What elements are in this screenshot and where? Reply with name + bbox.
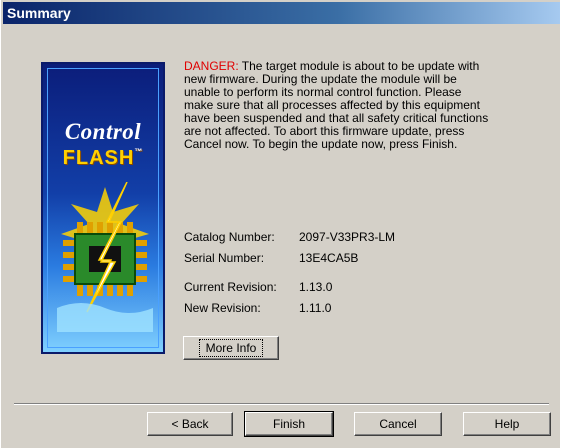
help-label: Help — [494, 417, 520, 431]
more-info-button[interactable]: More Info — [183, 336, 279, 360]
cancel-label: Cancel — [379, 417, 417, 431]
serial-number-value: 13E4CA5B — [299, 251, 359, 265]
new-revision-value: 1.11.0 — [299, 301, 332, 315]
summary-dialog: Summary Control FLASH™ DANGER: The targe… — [0, 0, 563, 448]
window-title: Summary — [7, 5, 71, 21]
logo-text-flash: FLASH™ — [43, 147, 163, 170]
controlflash-logo: Control FLASH™ — [41, 62, 165, 354]
logo-trademark: ™ — [134, 147, 144, 156]
back-button[interactable]: < Back — [147, 412, 233, 436]
warning-text: The target module is about to be update … — [184, 59, 489, 151]
finish-label: Finish — [272, 417, 305, 431]
current-revision-label: Current Revision: — [184, 280, 277, 294]
warning-message: DANGER: The target module is about to be… — [184, 60, 494, 151]
cancel-button[interactable]: Cancel — [354, 412, 442, 436]
danger-label: DANGER: — [184, 59, 239, 73]
new-revision-label: New Revision: — [184, 301, 261, 315]
serial-number-label: Serial Number: — [184, 251, 265, 265]
catalog-number-value: 2097-V33PR3-LM — [299, 230, 396, 244]
more-info-label: More Info — [198, 339, 264, 357]
catalog-number-label: Catalog Number: — [184, 230, 275, 244]
logo-text-control: Control — [64, 119, 142, 144]
help-button[interactable]: Help — [463, 412, 551, 436]
current-revision-value: 1.13.0 — [299, 280, 333, 294]
finish-button[interactable]: Finish — [244, 411, 334, 437]
title-bar[interactable]: Summary — [3, 2, 560, 24]
logo-flash-word: FLASH — [62, 147, 135, 169]
chip-lightning-icon — [57, 182, 153, 332]
back-label: < Back — [171, 417, 209, 431]
button-separator — [14, 403, 549, 405]
